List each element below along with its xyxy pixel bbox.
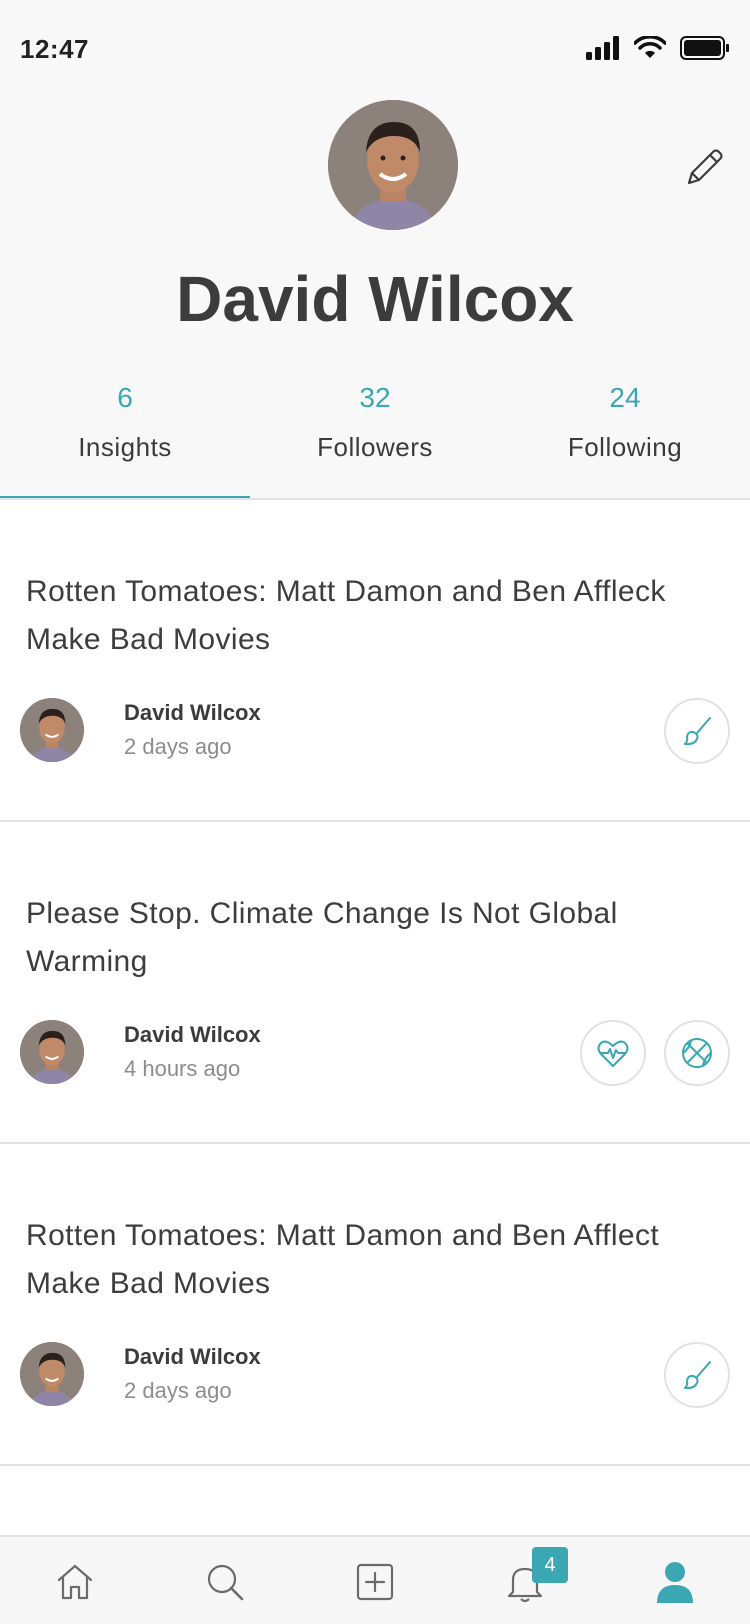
signal-icon <box>586 36 620 65</box>
wifi-icon <box>633 35 667 65</box>
insight-title[interactable]: Please Stop. Climate Change Is Not Globa… <box>26 890 726 986</box>
status-time: 12:47 <box>20 34 89 64</box>
status-bar: 12:47 <box>0 0 750 100</box>
card-tags <box>664 698 730 764</box>
avatar-portrait <box>20 1020 84 1084</box>
pencil-icon <box>687 149 723 185</box>
post-time: 2 days ago <box>124 734 232 759</box>
insight-card[interactable]: Please Stop. Climate Change Is Not Globa… <box>0 822 750 1144</box>
tag-art-button[interactable] <box>664 1342 730 1408</box>
author-avatar[interactable] <box>20 1020 84 1084</box>
tag-art-button[interactable] <box>664 698 730 764</box>
nav-notifications[interactable]: 4 <box>450 1537 600 1624</box>
edit-profile-button[interactable] <box>680 142 730 192</box>
insight-title[interactable]: Rotten Tomatoes: Matt Damon and Ben Affl… <box>26 568 726 664</box>
profile-tabs: 6 Insights 32 Followers 24 Following <box>0 370 750 500</box>
author-name[interactable]: David Wilcox <box>124 1022 261 1048</box>
nav-profile[interactable] <box>600 1537 750 1624</box>
profile-avatar[interactable] <box>328 100 458 230</box>
profile-icon <box>657 1561 693 1603</box>
tab-label: Followers <box>317 432 433 462</box>
tab-label: Insights <box>78 432 172 462</box>
author-row: David Wilcox 2 days ago <box>20 698 261 762</box>
avatar-portrait <box>20 1342 84 1406</box>
author-avatar[interactable] <box>20 698 84 762</box>
tab-count: 24 <box>609 382 641 413</box>
search-icon <box>207 1564 244 1600</box>
post-time: 4 hours ago <box>124 1056 241 1081</box>
insight-card[interactable]: Rotten Tomatoes: Matt Damon and Ben Affl… <box>0 500 750 822</box>
post-time: 2 days ago <box>124 1378 232 1403</box>
insight-card[interactable]: Rotten Tomatoes: Matt Damon and Ben Affl… <box>0 1144 750 1466</box>
battery-icon <box>680 36 730 65</box>
tab-count: 32 <box>359 382 391 413</box>
avatar-portrait <box>20 698 84 762</box>
author-name[interactable]: David Wilcox <box>124 1344 261 1370</box>
tab-following[interactable]: 24 Following <box>500 370 750 500</box>
nav-add[interactable] <box>300 1537 450 1624</box>
basketball-icon <box>682 1038 712 1068</box>
tag-health-button[interactable] <box>580 1020 646 1086</box>
tab-count: 6 <box>117 382 133 413</box>
card-tags <box>664 1342 730 1408</box>
author-name[interactable]: David Wilcox <box>124 700 261 726</box>
nav-search[interactable] <box>150 1537 300 1624</box>
bottom-nav: 4 <box>0 1535 750 1624</box>
tab-insights[interactable]: 6 Insights <box>0 370 250 500</box>
author-row: David Wilcox 2 days ago <box>20 1342 261 1406</box>
tag-sports-button[interactable] <box>664 1020 730 1086</box>
add-icon <box>356 1563 394 1600</box>
paintbrush-icon <box>684 1361 711 1390</box>
tab-label: Following <box>567 432 683 462</box>
notification-badge: 4 <box>532 1547 568 1583</box>
author-meta: David Wilcox 2 days ago <box>124 700 261 760</box>
profile-name: David Wilcox <box>176 263 574 335</box>
paintbrush-icon <box>684 717 711 746</box>
insight-title[interactable]: Rotten Tomatoes: Matt Damon and Ben Affl… <box>26 1212 726 1308</box>
avatar-portrait <box>328 100 458 230</box>
author-row: David Wilcox 4 hours ago <box>20 1020 261 1084</box>
author-meta: David Wilcox 2 days ago <box>124 1344 261 1404</box>
nav-home[interactable] <box>0 1537 150 1624</box>
insights-feed: Rotten Tomatoes: Matt Damon and Ben Affl… <box>0 500 750 1535</box>
tab-followers[interactable]: 32 Followers <box>250 370 500 500</box>
home-icon <box>57 1564 93 1599</box>
author-avatar[interactable] <box>20 1342 84 1406</box>
heartbeat-icon <box>597 1040 629 1067</box>
status-icons <box>586 35 730 65</box>
card-tags <box>580 1020 730 1086</box>
author-meta: David Wilcox 4 hours ago <box>124 1022 261 1082</box>
